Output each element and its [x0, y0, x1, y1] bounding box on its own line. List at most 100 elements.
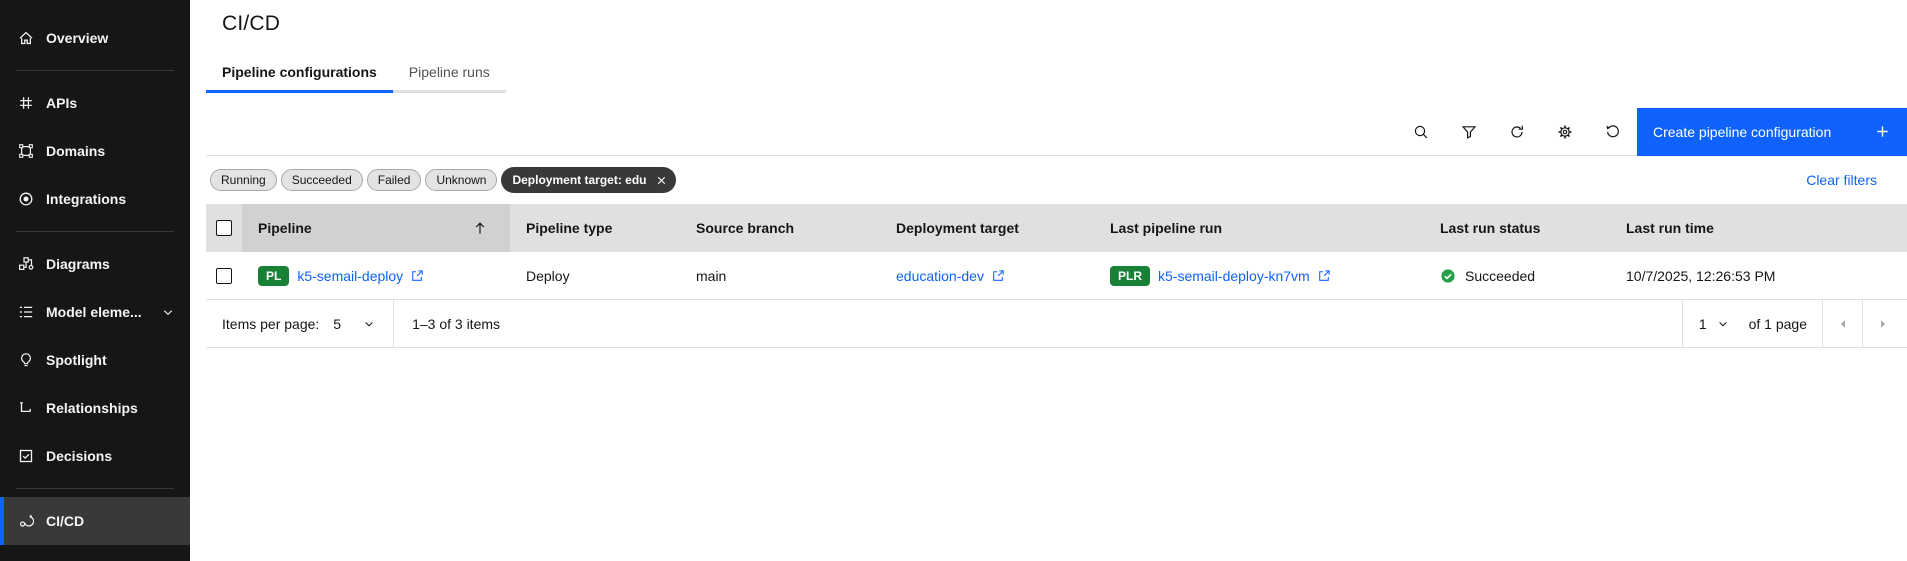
pagination-bar: Items per page: 5 1–3 of 3 items 1 of 1 … [206, 299, 1907, 348]
close-icon[interactable] [652, 171, 670, 189]
column-label: Source branch [696, 220, 795, 236]
sidebar-item-label: Spotlight [46, 352, 107, 368]
deployment-target-link[interactable]: education-dev [896, 268, 1005, 284]
column-header-pipeline[interactable]: Pipeline [242, 204, 510, 252]
last-pipeline-run-link[interactable]: k5-semail-deploy-kn7vm [1158, 268, 1331, 284]
sidebar-item-label: APIs [46, 95, 78, 111]
tab-pipeline-runs[interactable]: Pipeline runs [392, 60, 506, 93]
deployment-target-label: education-dev [896, 268, 984, 284]
chevron-down-icon [160, 306, 176, 319]
column-header-deployment-target[interactable]: Deployment target [880, 204, 1094, 252]
search-icon [1414, 125, 1428, 138]
last-run-time-cell: 10/7/2025, 12:26:53 PM [1610, 268, 1907, 284]
filter-tag-label: Deployment target: edu [512, 173, 647, 187]
sidebar-item-cicd[interactable]: CI/CD [0, 497, 190, 545]
next-page-button[interactable] [1862, 299, 1902, 348]
chevron-down-icon [1718, 321, 1727, 326]
last-run-status-cell: Succeeded [1424, 268, 1610, 284]
sidebar-item-spotlight[interactable]: Spotlight [0, 336, 190, 384]
create-pipeline-configuration-button[interactable]: Create pipeline configuration [1637, 107, 1907, 156]
filter-tag-running[interactable]: Running [210, 169, 277, 191]
sidebar-item-apis[interactable]: APIs [0, 79, 190, 127]
cicd-icon [19, 514, 34, 527]
pagination-right: 1 of 1 page [1681, 299, 1902, 348]
sidebar-item-label: CI/CD [46, 513, 85, 529]
sidebar-divider [16, 488, 174, 489]
table-header-row: Pipeline Pipeline type Source branch Dep… [206, 204, 1907, 252]
sidebar-item-domains[interactable]: Domains [0, 127, 190, 175]
sidebar-item-diagrams[interactable]: Diagrams [0, 240, 190, 288]
sidebar-item-overview[interactable]: Overview [0, 14, 190, 62]
tab-label: Pipeline configurations [222, 64, 377, 80]
renew-button[interactable] [1493, 108, 1541, 156]
relationship-icon [20, 402, 31, 413]
column-header-source-branch[interactable]: Source branch [680, 204, 880, 252]
filter-tag-deployment-target: Deployment target: edu [501, 167, 677, 193]
plus-icon [1877, 126, 1888, 137]
sidebar-divider [16, 231, 174, 232]
renew-icon [1511, 125, 1523, 138]
status-label: Succeeded [1465, 268, 1536, 284]
row-checkbox[interactable] [216, 268, 232, 284]
previous-page-button[interactable] [1822, 299, 1862, 348]
restart-button[interactable] [1589, 108, 1637, 156]
sidebar-item-model-elements[interactable]: Model eleme... [0, 288, 190, 336]
pipeline-type-value: Deploy [526, 268, 570, 284]
column-header-last-pipeline-run[interactable]: Last pipeline run [1094, 204, 1424, 252]
gear-icon [1558, 125, 1572, 138]
decision-icon [19, 449, 33, 463]
chevron-down-icon [365, 321, 373, 326]
pipeline-link[interactable]: k5-semail-deploy [297, 268, 424, 284]
restart-icon [1606, 124, 1619, 137]
last-pipeline-run-label: k5-semail-deploy-kn7vm [1158, 268, 1310, 284]
integration-icon [19, 192, 33, 206]
settings-button[interactable] [1541, 108, 1589, 156]
sidebar-item-integrations[interactable]: Integrations [0, 175, 190, 223]
page-number-select[interactable]: 1 [1681, 300, 1749, 347]
filter-tag-failed[interactable]: Failed [366, 169, 422, 191]
sort-ascending-icon [475, 222, 485, 234]
items-per-page-select[interactable]: 5 [333, 300, 395, 347]
sidebar-item-label: Integrations [46, 191, 127, 207]
sidebar-item-decisions[interactable]: Decisions [0, 432, 190, 480]
filter-button[interactable] [1445, 108, 1493, 156]
pipeline-link-label: k5-semail-deploy [297, 268, 404, 284]
sidebar: Overview APIs Domains Integrations Diagr… [0, 0, 190, 561]
sidebar-item-relationships[interactable]: Relationships [0, 384, 190, 432]
filter-tag-unknown[interactable]: Unknown [425, 169, 498, 191]
caret-right-icon [1880, 319, 1885, 328]
select-all-checkbox[interactable] [216, 220, 232, 236]
column-header-pipeline-type[interactable]: Pipeline type [510, 204, 680, 252]
column-label: Deployment target [896, 220, 1019, 236]
column-label: Pipeline type [526, 220, 613, 236]
launch-icon [993, 270, 1004, 281]
clear-filters-link[interactable]: Clear filters [1806, 172, 1877, 188]
table-toolbar: Create pipeline configuration [206, 107, 1907, 156]
filter-icon [1461, 125, 1477, 139]
source-branch-value: main [696, 268, 727, 284]
home-icon [19, 31, 33, 45]
tab-pipeline-configurations[interactable]: Pipeline configurations [206, 60, 393, 93]
sidebar-divider [16, 70, 174, 71]
filter-tags: Running Succeeded Failed Unknown Deploym… [210, 167, 677, 193]
column-header-last-run-status[interactable]: Last run status [1424, 204, 1610, 252]
filter-tag-row: Running Succeeded Failed Unknown Deploym… [206, 156, 1907, 204]
row-select-cell [206, 252, 242, 300]
launch-icon [412, 270, 423, 281]
column-label: Last run status [1440, 220, 1541, 236]
tab-label: Pipeline runs [408, 64, 490, 80]
search-button[interactable] [1397, 108, 1445, 156]
caret-left-icon [1840, 319, 1845, 328]
diagram-icon [19, 257, 34, 270]
source-branch-cell: main [680, 268, 880, 284]
checkmark-filled-icon [1441, 269, 1455, 283]
pagination-range-text: 1–3 of 3 items [412, 315, 501, 332]
column-label: Last run time [1626, 220, 1714, 236]
page-title: CI/CD [222, 12, 281, 35]
pipeline-tag: PL [258, 266, 290, 286]
items-per-page-label: Items per page: [222, 315, 320, 332]
hash-icon [20, 97, 32, 109]
column-header-last-run-time[interactable]: Last run time [1610, 204, 1907, 252]
sidebar-item-label: Domains [46, 143, 106, 159]
filter-tag-succeeded[interactable]: Succeeded [280, 169, 363, 191]
